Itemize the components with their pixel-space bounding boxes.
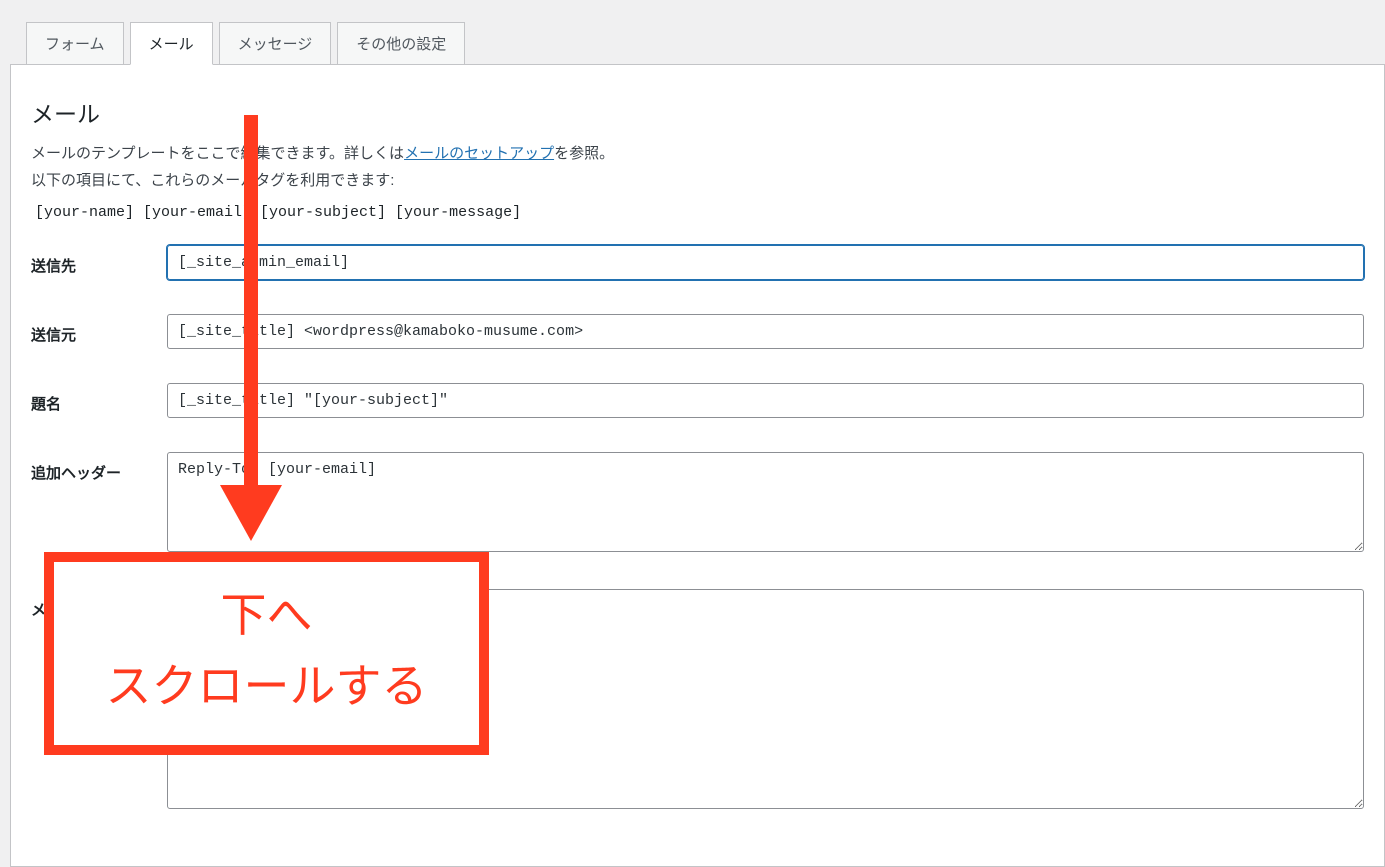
tab-other-settings[interactable]: その他の設定 <box>337 22 465 65</box>
label-from: 送信元 <box>31 314 167 345</box>
mail-form-table: 送信先 送信元 題名 追加ヘッダー メッセージ本文 <box>31 245 1364 812</box>
mail-setup-link[interactable]: メールのセットアップ <box>404 145 554 162</box>
tab-form[interactable]: フォーム <box>26 22 124 65</box>
available-mail-tags: [your-name] [your-email] [your-subject] … <box>31 196 1364 245</box>
tab-mail[interactable]: メール <box>130 22 213 65</box>
desc-text-after: を参照。 <box>554 145 614 162</box>
description-line-1: メールのテンプレートをここで編集できます。詳しくはメールのセットアップを参照。 <box>31 143 1364 166</box>
textarea-additional-headers[interactable] <box>167 452 1364 552</box>
desc-text-before: メールのテンプレートをここで編集できます。詳しくは <box>31 145 404 162</box>
tabs-nav: フォーム メール メッセージ その他の設定 <box>0 0 1385 65</box>
textarea-body[interactable] <box>167 589 1364 809</box>
input-to[interactable] <box>167 245 1364 280</box>
label-to: 送信先 <box>31 245 167 276</box>
mail-panel: メール メールのテンプレートをここで編集できます。詳しくはメールのセットアップを… <box>10 64 1385 867</box>
row-from: 送信元 <box>31 314 1364 349</box>
label-body: メッセージ本文 <box>31 589 167 620</box>
label-subject: 題名 <box>31 383 167 414</box>
description-line-2: 以下の項目にて、これらのメールタグを利用できます: <box>31 170 1364 193</box>
label-additional-headers: 追加ヘッダー <box>31 452 167 483</box>
row-subject: 題名 <box>31 383 1364 418</box>
input-from[interactable] <box>167 314 1364 349</box>
row-body: メッセージ本文 <box>31 589 1364 812</box>
input-subject[interactable] <box>167 383 1364 418</box>
tab-messages[interactable]: メッセージ <box>219 22 332 65</box>
row-headers: 追加ヘッダー <box>31 452 1364 555</box>
section-title: メール <box>31 95 1364 129</box>
row-to: 送信先 <box>31 245 1364 280</box>
